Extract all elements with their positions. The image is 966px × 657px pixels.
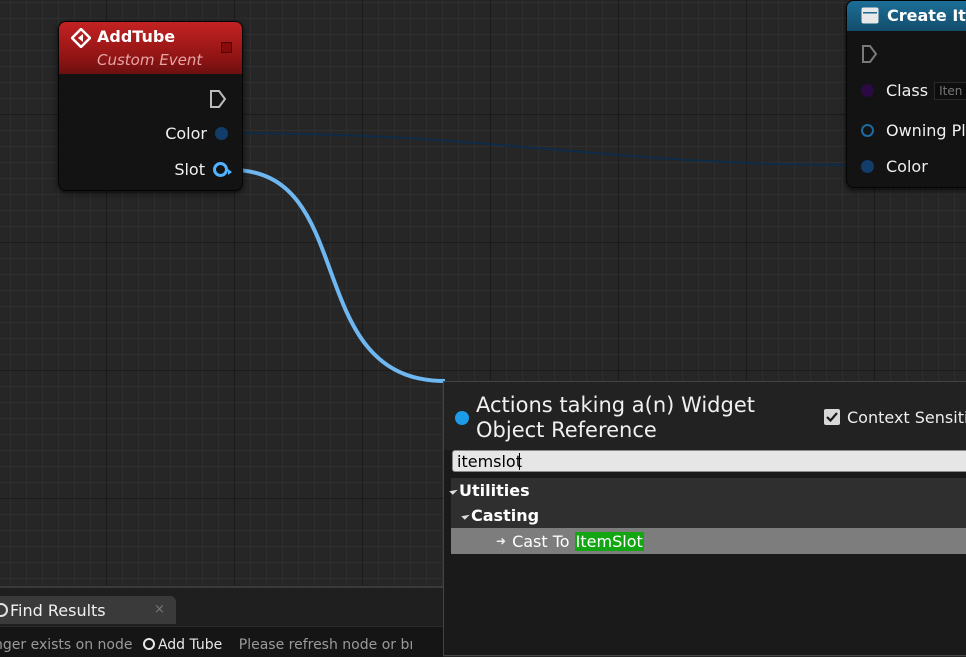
find-result-suffix: Please refresh node or bı <box>238 637 414 653</box>
find-result-row[interactable]: nger exists on node Add Tube Please refr… <box>0 637 413 653</box>
color-output-pin[interactable]: Color <box>165 124 228 143</box>
close-icon[interactable]: × <box>154 602 165 617</box>
tree-item-prefix: Cast To <box>512 531 575 551</box>
tree-category-label: Utilities <box>459 481 530 500</box>
text-caret <box>519 453 520 470</box>
addtube-event-node[interactable]: AddTube Custom Event Color Slot <box>58 21 243 191</box>
search-icon <box>0 603 8 617</box>
find-results-panel: Find Results × nger exists on node Add T… <box>0 586 443 657</box>
checkmark-icon <box>826 412 838 423</box>
tree-item-cast-to-itemslot[interactable]: ➜ Cast To ItemSlot <box>451 528 966 554</box>
find-results-tab-label: Find Results <box>10 601 106 620</box>
action-context-menu: Actions taking a(n) Widget Object Refere… <box>443 381 966 656</box>
custom-event-icon <box>71 28 91 48</box>
expand-triangle-icon[interactable] <box>461 511 470 520</box>
event-node-subtitle: Custom Event <box>97 51 203 69</box>
tree-category-utilities[interactable]: Utilities <box>449 478 966 503</box>
slot-output-pin[interactable]: Slot <box>174 160 232 179</box>
action-tree: Utilities Casting ➜ Cast To ItemSlot <box>449 478 966 554</box>
create-node-header[interactable]: Create Ite <box>847 1 966 31</box>
context-sensitive-label[interactable]: Context Sensitiv <box>847 408 966 427</box>
tree-subcategory-label: Casting <box>471 506 540 525</box>
owning-pin-icon[interactable] <box>861 124 874 137</box>
cast-arrow-icon: ➜ <box>496 534 507 548</box>
slot-pin-icon[interactable] <box>213 162 232 177</box>
class-value-dropdown[interactable]: Iten <box>934 81 966 100</box>
owning-pin-label: Owning Pl <box>886 121 966 140</box>
pin-type-icon <box>455 411 469 425</box>
tree-category-casting[interactable]: Casting <box>451 503 966 528</box>
class-pin-label: Class <box>886 81 929 100</box>
action-search-input[interactable] <box>452 450 966 472</box>
owning-player-pin[interactable]: Owning Pl <box>861 121 966 140</box>
create-node-title: Create Ite <box>887 6 966 25</box>
event-node-title: AddTube <box>97 27 176 46</box>
function-icon <box>861 7 879 24</box>
class-pin-icon[interactable] <box>861 84 874 97</box>
search-match-highlight: ItemSlot <box>574 531 644 551</box>
expand-triangle-icon[interactable] <box>449 486 458 495</box>
find-result-node-link[interactable]: Add Tube <box>158 637 222 653</box>
color-input-pin-label: Color <box>886 157 928 176</box>
color-input-pin[interactable]: Color <box>861 157 928 176</box>
find-result-prefix: nger exists on node <box>0 637 133 653</box>
exec-input-pin-icon[interactable] <box>861 44 879 64</box>
slot-pin-label: Slot <box>174 160 205 179</box>
class-input-pin[interactable]: Class Iten <box>861 81 966 100</box>
delegate-pin[interactable] <box>221 42 232 53</box>
event-node-header[interactable]: AddTube Custom Event <box>59 22 242 74</box>
color-input-pin-icon[interactable] <box>861 160 874 173</box>
exec-output-pin-icon[interactable] <box>208 88 228 110</box>
find-results-tab[interactable]: Find Results × <box>0 596 176 624</box>
find-results-list: nger exists on node Add Tube Please refr… <box>0 626 443 657</box>
context-sensitive-checkbox[interactable] <box>824 409 840 425</box>
color-pin-label: Color <box>165 124 207 143</box>
node-icon <box>142 638 155 650</box>
action-menu-title: Actions taking a(n) Widget Object Refere… <box>476 393 755 442</box>
action-menu-header: Actions taking a(n) Widget Object Refere… <box>444 382 966 450</box>
create-widget-node[interactable]: Create Ite Class Iten Owning Pl Color <box>846 0 966 188</box>
color-pin-icon[interactable] <box>215 127 228 140</box>
